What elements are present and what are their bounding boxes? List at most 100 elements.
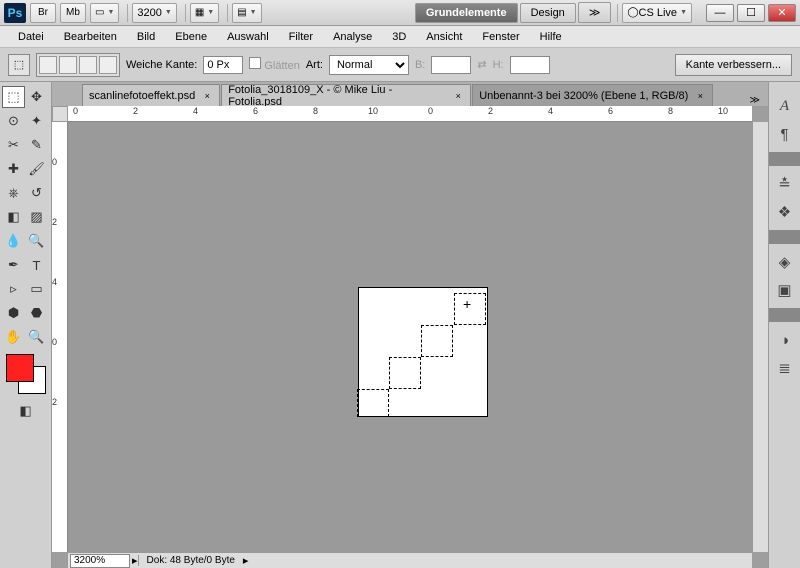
screenmode-dropdown[interactable]: ▭ [90,3,119,23]
hand-tool[interactable]: ✋ [2,326,25,348]
crop-tool[interactable]: ✂ [2,134,25,156]
feather-label: Weiche Kante: [126,59,197,71]
style-select[interactable]: Normal [329,55,409,75]
foreground-color[interactable] [6,354,34,382]
options-bar: ⬚ Weiche Kante: Glätten Art: Normal B: ⇄… [0,48,800,82]
path-select-tool[interactable]: ▹ [2,278,25,300]
workspace-more[interactable]: ≫ [578,2,612,23]
menu-bar: Datei Bearbeiten Bild Ebene Auswahl Filt… [0,26,800,48]
menu-hilfe[interactable]: Hilfe [530,28,572,46]
character-panel-icon[interactable]: A [773,94,797,118]
eyedropper-tool[interactable]: ✎ [25,134,48,156]
arrange-dropdown[interactable]: ▦ [190,3,219,23]
antialias-label: Glätten [264,60,299,72]
menu-analyse[interactable]: Analyse [323,28,382,46]
extras-dropdown[interactable]: ▤ [232,3,261,23]
minibridge-button[interactable]: Mb [60,3,86,23]
type-tool[interactable]: T [25,254,48,276]
zoom-dropdown[interactable]: 3200 [132,3,176,23]
antialias-checkbox[interactable] [249,57,261,69]
channels-panel-icon[interactable]: ▣ [773,278,797,302]
masks-panel-icon[interactable]: ❖ [773,200,797,224]
color-picker[interactable] [6,354,46,394]
menu-fenster[interactable]: Fenster [472,28,529,46]
history-panel-icon[interactable]: ◑ [773,328,797,352]
menu-3d[interactable]: 3D [382,28,416,46]
horizontal-ruler[interactable]: 0 2 4 6 8 10 0 2 4 6 8 10 [68,106,752,122]
sel-intersect-button[interactable] [99,56,117,74]
refine-edge-button[interactable]: Kante verbessern... [675,54,792,76]
3d-tool[interactable]: ⬢ [2,302,25,324]
doc-tab-2[interactable]: Unbenannt-3 bei 3200% (Ebene 1, RGB/8)× [472,84,713,106]
selection-marquee [389,357,421,389]
sel-subtract-button[interactable] [79,56,97,74]
sel-add-button[interactable] [59,56,77,74]
pen-tool[interactable]: ✒ [2,254,25,276]
menu-bearbeiten[interactable]: Bearbeiten [54,28,127,46]
maximize-button[interactable]: ☐ [737,4,765,22]
workspace-grundelemente[interactable]: Grundelemente [415,3,518,23]
eraser-tool[interactable]: ◧ [2,206,25,228]
selection-marquee [421,325,453,357]
paragraph-panel-icon[interactable]: ¶ [773,122,797,146]
vertical-scrollbar[interactable] [752,122,768,552]
blur-tool[interactable]: 💧 [2,230,25,252]
canvas-area[interactable]: + [68,122,752,552]
close-icon[interactable]: × [201,90,213,102]
width-input [431,56,471,74]
move-tool[interactable]: ✥ [25,86,48,108]
menu-bild[interactable]: Bild [127,28,165,46]
height-input [510,56,550,74]
minimize-button[interactable]: — [706,4,734,22]
status-arrow-icon[interactable]: ▸ [243,554,249,567]
workspace-design[interactable]: Design [520,3,576,23]
marquee-tool[interactable]: ⬚ [2,86,25,108]
canvas-wrap: 0 2 4 6 8 10 0 2 4 6 8 10 0 2 4 0 2 [52,106,768,568]
panel-dock: A ¶ ≛ ❖ ◈ ▣ ◑ ≣ [768,82,800,568]
tool-preset-icon[interactable]: ⬚ [8,54,30,76]
doc-tab-1[interactable]: Fotolia_3018109_X - © Mike Liu - Fotolia… [221,84,471,106]
workspace: scanlinefotoeffekt.psd× Fotolia_3018109_… [52,82,768,568]
menu-datei[interactable]: Datei [8,28,54,46]
document-tabs: scanlinefotoeffekt.psd× Fotolia_3018109_… [52,82,768,106]
doc-tab-0[interactable]: scanlinefotoeffekt.psd× [82,84,220,106]
gradient-tool[interactable]: ▨ [25,206,48,228]
vertical-ruler[interactable]: 0 2 4 0 2 [52,122,68,552]
title-bar: Ps Br Mb ▭ 3200 ▦ ▤ Grundelemente Design… [0,0,800,26]
close-icon[interactable]: × [452,90,464,102]
menu-filter[interactable]: Filter [279,28,323,46]
quickmask-toggle[interactable]: ◧ [14,400,37,422]
history-brush-tool[interactable]: ↺ [25,182,48,204]
menu-ebene[interactable]: Ebene [165,28,217,46]
close-icon[interactable]: × [694,90,706,102]
dodge-tool[interactable]: 🔍 [25,230,48,252]
tabs-overflow[interactable]: ≫ [742,95,768,106]
3d-camera-tool[interactable]: ⬣ [25,302,48,324]
actions-panel-icon[interactable]: ≣ [773,356,797,380]
close-button[interactable]: ✕ [768,4,796,22]
menu-ansicht[interactable]: Ansicht [416,28,472,46]
heal-tool[interactable]: ✚ [2,158,25,180]
stamp-tool[interactable]: ⎈ [2,182,25,204]
status-bar: ▸ Dok: 48 Byte/0 Byte ▸ [68,552,752,568]
width-label: B: [415,59,425,71]
lasso-tool[interactable]: ⊙ [2,110,25,132]
zoom-tool[interactable]: 🔍 [25,326,48,348]
shape-tool[interactable]: ▭ [25,278,48,300]
zoom-input[interactable] [70,554,130,568]
adjustments-panel-icon[interactable]: ≛ [773,172,797,196]
cslive-button[interactable]: ◯ CS Live [622,3,692,23]
menu-auswahl[interactable]: Auswahl [217,28,279,46]
ruler-origin[interactable] [52,106,68,122]
doc-info[interactable]: Dok: 48 Byte/0 Byte [138,555,243,566]
main-area: ⬚✥ ⊙✦ ✂✎ ✚🖌 ⎈↺ ◧▨ 💧🔍 ✒T ▹▭ ⬢⬣ ✋🔍 ◧ scanl… [0,82,800,568]
feather-input[interactable] [203,56,243,74]
app-logo: Ps [4,3,26,23]
bridge-button[interactable]: Br [30,3,56,23]
document-canvas[interactable]: + [358,287,488,417]
sel-new-button[interactable] [39,56,57,74]
selection-marquee [357,389,389,417]
wand-tool[interactable]: ✦ [25,110,48,132]
brush-tool[interactable]: 🖌 [25,158,48,180]
layers-panel-icon[interactable]: ◈ [773,250,797,274]
